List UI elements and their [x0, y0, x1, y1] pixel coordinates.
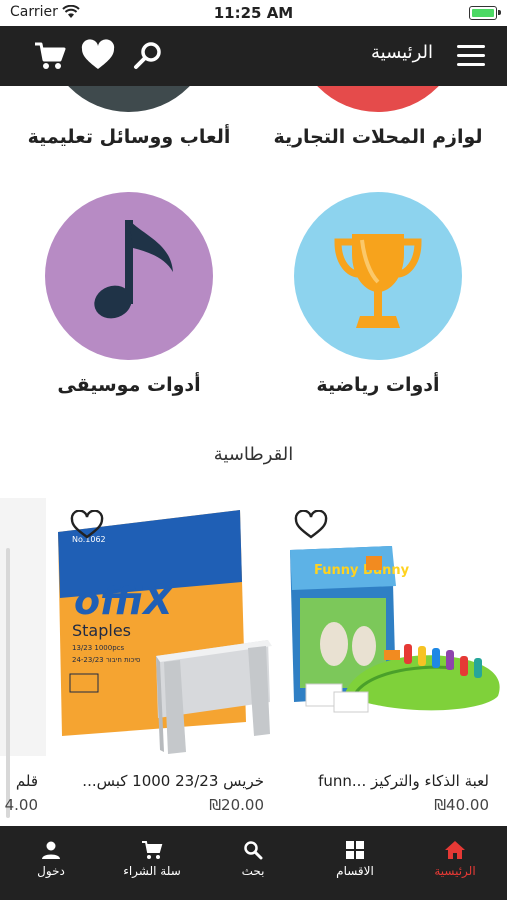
nav-cart-label: سلة الشراء [123, 864, 181, 878]
nav-search-label: بحث [241, 864, 265, 878]
nav-cart[interactable]: سلة الشراء [107, 834, 197, 878]
product-image-funny-bunny: Funny Bunny [290, 546, 500, 713]
scroll-indicator [6, 548, 10, 818]
music-note-icon [94, 220, 173, 319]
category-music[interactable] [45, 192, 213, 360]
section-title-stationery: القرطاسية [213, 444, 294, 465]
person-icon [42, 841, 60, 859]
category-label-sports[interactable]: أدوات رياضية [253, 374, 503, 396]
shop-supplies-circle [294, 86, 462, 112]
battery-icon [469, 6, 501, 20]
product-price: ₪40.00 [434, 796, 489, 814]
offix-staples-text: Staples [72, 621, 131, 640]
product-card-pen[interactable]: قلم 4.00 [0, 498, 46, 818]
nav-home[interactable]: الرئيسية [410, 834, 500, 878]
product-price: ₪20.00 [209, 796, 264, 814]
product-price: 4.00 [4, 796, 38, 814]
search-icon [244, 841, 263, 860]
nav-categories-label: الاقسام [336, 864, 374, 878]
nav-login-label: دخول [37, 864, 65, 878]
nav-login[interactable]: دخول [6, 834, 96, 878]
category-image-shop-supplies[interactable] [294, 86, 462, 112]
nav-categories[interactable]: الاقسام [310, 834, 400, 878]
product-name[interactable]: قلم [16, 772, 38, 790]
product-name[interactable]: خريس 23/23 1000 كبس... [56, 772, 264, 790]
clock: 11:25 AM [213, 4, 294, 22]
category-sports[interactable] [294, 192, 462, 360]
category-label-music[interactable]: أدوات موسيقى [4, 374, 254, 396]
funny-bunny-logo: Funny Bunny [314, 563, 410, 578]
category-label-shop-supplies[interactable]: لوازم المحلات التجارية [253, 126, 503, 148]
product-card-funny-bunny[interactable]: Funny Bunny لعبة الذكاء والتركيز ...funn… [282, 498, 507, 818]
favorite-heart-icon[interactable] [294, 510, 328, 540]
category-image-educational-toys[interactable] [45, 86, 213, 112]
cart-icon [142, 841, 163, 859]
favorites-heart-icon[interactable] [80, 38, 116, 74]
nav-home-label: الرئيسية [434, 864, 476, 878]
offix-count: 13/23 1000pcs [72, 644, 125, 652]
cart-icon[interactable] [32, 38, 68, 74]
trophy-icon [334, 234, 422, 328]
nav-search[interactable]: بحث [208, 834, 298, 878]
product-card-offix-staples[interactable]: offiX No.1062 Staples 13/23 1000pcs 24-2… [56, 498, 280, 818]
favorite-heart-icon[interactable] [70, 510, 104, 540]
offix-brand-logo: offiX [74, 579, 174, 623]
product-image-offix-staples: offiX No.1062 Staples 13/23 1000pcs 24-2… [58, 510, 272, 754]
home-icon [445, 841, 465, 859]
page-title: الرئيسية [371, 42, 433, 63]
grid-icon [346, 841, 364, 859]
product-name[interactable]: لعبة الذكاء والتركيز ...funn [284, 772, 489, 790]
category-label-educational-toys[interactable]: ألعاب ووسائل تعليمية [4, 126, 254, 148]
hamburger-menu-icon[interactable] [457, 45, 485, 67]
educational-toys-circle [45, 86, 213, 112]
bottom-navigation: الرئيسية الاقسام بحث سلة الشراء دخول [0, 826, 507, 900]
search-icon[interactable] [130, 38, 166, 74]
status-bar: Carrier 11:25 AM [0, 0, 507, 26]
offix-size: 24-23/23 סיכות חיבור [72, 656, 141, 664]
top-app-bar: الرئيسية [0, 26, 507, 86]
